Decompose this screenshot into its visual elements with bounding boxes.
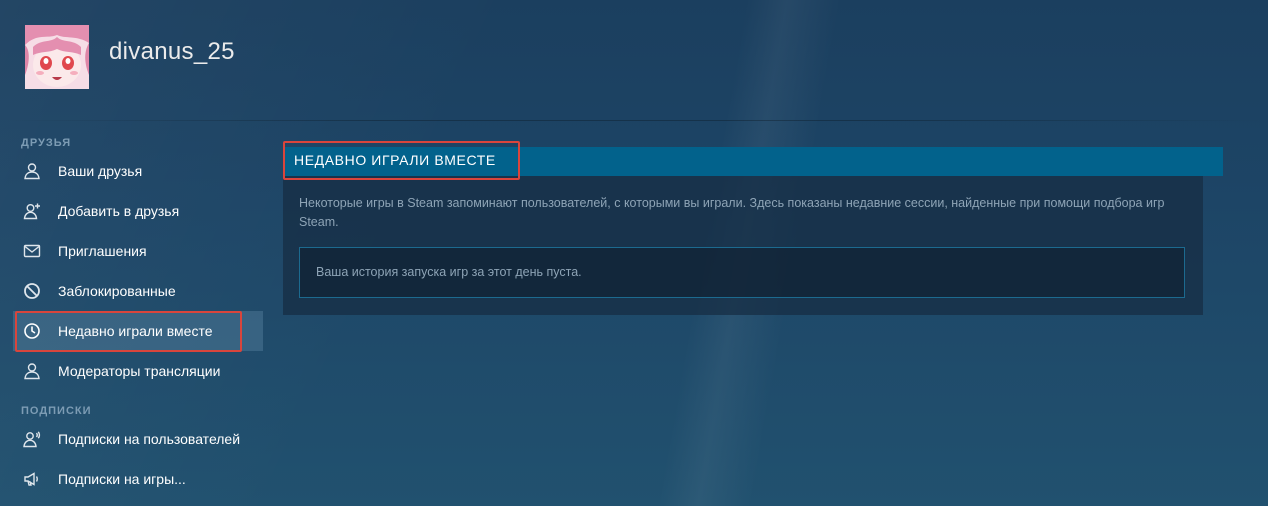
header-divider xyxy=(0,120,1268,121)
sidebar-item-label: Добавить в друзья xyxy=(58,203,180,219)
sidebar-item-broadcast-moderators[interactable]: Модераторы трансляции xyxy=(13,351,263,391)
sidebar-item-recently-played-with[interactable]: Недавно играли вместе xyxy=(13,311,263,351)
anime-avatar-icon xyxy=(25,25,89,89)
sidebar-item-label: Модераторы трансляции xyxy=(58,363,221,379)
megaphone-icon xyxy=(21,468,43,490)
person-icon xyxy=(21,160,43,182)
sidebar-item-blocked[interactable]: Заблокированные xyxy=(13,271,263,311)
page-title: НЕДАВНО ИГРАЛИ ВМЕСТЕ xyxy=(294,152,496,168)
person-broadcast-icon xyxy=(21,428,43,450)
sidebar-item-label: Приглашения xyxy=(58,243,147,259)
sidebar-item-label: Подписки на игры... xyxy=(58,471,186,487)
sidebar-item-followed-games[interactable]: Подписки на игры... xyxy=(13,459,263,499)
blocked-icon xyxy=(21,280,43,302)
sidebar-item-followed-users[interactable]: Подписки на пользователей xyxy=(13,419,263,459)
empty-history-box: Ваша история запуска игр за этот день пу… xyxy=(299,247,1185,298)
sidebar-item-invites[interactable]: Приглашения xyxy=(13,231,263,271)
empty-history-message: Ваша история запуска игр за этот день пу… xyxy=(316,265,582,279)
sidebar-item-label: Недавно играли вместе xyxy=(58,323,213,339)
sidebar-item-label: Подписки на пользователей xyxy=(58,431,241,447)
sidebar-item-add-friend[interactable]: Добавить в друзья xyxy=(13,191,263,231)
avatar[interactable] xyxy=(25,25,89,89)
panel-description: Некоторые игры в Steam запоминают пользо… xyxy=(299,196,1165,229)
username[interactable]: divanus_25 xyxy=(109,38,235,66)
profile-header: divanus_25 xyxy=(0,0,1268,118)
sidebar-item-your-friends[interactable]: Ваши друзья xyxy=(13,151,263,191)
section-label-subscriptions: ПОДПИСКИ xyxy=(21,405,92,417)
sidebar-item-label: Заблокированные xyxy=(58,283,176,299)
clock-icon xyxy=(21,320,43,342)
add-person-icon xyxy=(21,200,43,222)
person-icon xyxy=(21,360,43,382)
section-label-friends: ДРУЗЬЯ xyxy=(21,137,72,149)
envelope-icon xyxy=(21,240,43,262)
sidebar-item-label: Ваши друзья xyxy=(58,163,143,179)
